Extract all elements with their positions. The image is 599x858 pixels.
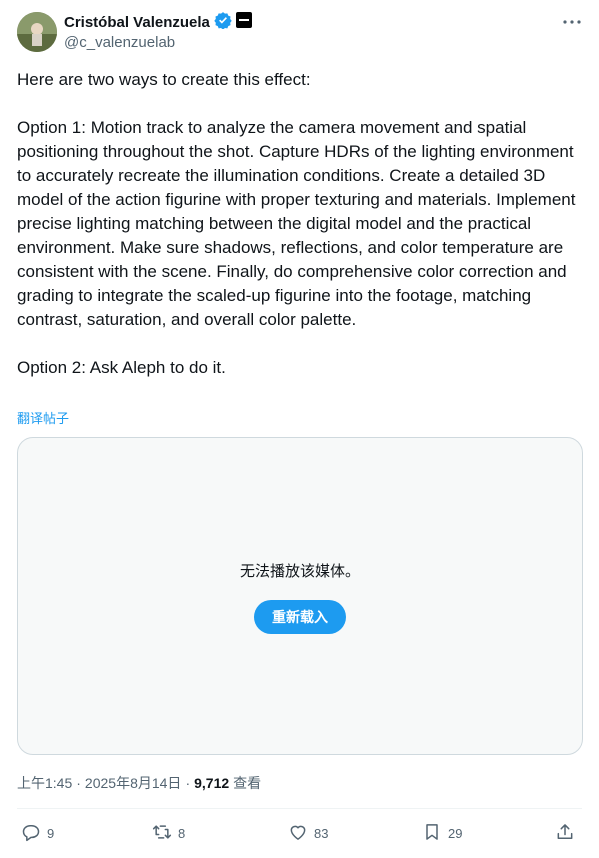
reply-button[interactable]: 9 xyxy=(21,822,54,844)
repost-icon xyxy=(152,822,172,845)
more-icon[interactable] xyxy=(562,12,582,32)
divider xyxy=(17,808,582,809)
reply-icon xyxy=(21,822,41,845)
like-icon xyxy=(288,822,308,845)
tweet-meta: 上午1:45 · 2025年8月14日 · 9,712 查看 xyxy=(17,773,261,793)
share-icon xyxy=(555,822,575,845)
like-button[interactable]: 83 xyxy=(288,822,328,844)
meta-separator: · xyxy=(76,775,81,791)
author-handle[interactable]: @c_valenzuelab xyxy=(64,34,175,51)
reply-count: 9 xyxy=(47,825,55,841)
author-name-row[interactable]: Cristóbal Valenzuela xyxy=(64,11,252,34)
affiliate-badge-icon xyxy=(235,11,252,33)
translate-link[interactable]: 翻译帖子 xyxy=(17,408,69,427)
reload-button[interactable]: 重新载入 xyxy=(254,600,346,634)
views-label: 查看 xyxy=(233,775,262,791)
bookmark-count: 29 xyxy=(448,825,463,841)
repost-count: 8 xyxy=(178,825,186,841)
tweet-date[interactable]: 2025年8月14日 xyxy=(85,773,182,793)
share-button[interactable] xyxy=(555,822,575,844)
tweet-paragraph: Here are two ways to create this effect: xyxy=(17,70,311,89)
tweet-time[interactable]: 上午1:45 xyxy=(17,773,72,793)
action-bar: 9 8 83 29 xyxy=(17,822,583,844)
bookmark-button[interactable]: 29 xyxy=(422,822,462,844)
tweet-text: Here are two ways to create this effect:… xyxy=(17,68,583,380)
tweet-paragraph: Option 2: Ask Aleph to do it. xyxy=(17,358,226,377)
bookmark-icon xyxy=(422,822,442,845)
repost-button[interactable]: 8 xyxy=(152,822,185,844)
media-container: 无法播放该媒体。 重新载入 xyxy=(17,437,583,755)
like-count: 83 xyxy=(314,825,329,841)
author-name[interactable]: Cristóbal Valenzuela xyxy=(64,14,210,31)
media-error-message: 无法播放该媒体。 xyxy=(239,563,360,580)
avatar[interactable] xyxy=(17,12,57,52)
verified-badge-icon xyxy=(214,11,232,34)
view-count: 9,712 xyxy=(194,775,230,791)
tweet-paragraph: Option 1: Motion track to analyze the ca… xyxy=(17,118,576,329)
meta-separator: · xyxy=(185,775,191,791)
